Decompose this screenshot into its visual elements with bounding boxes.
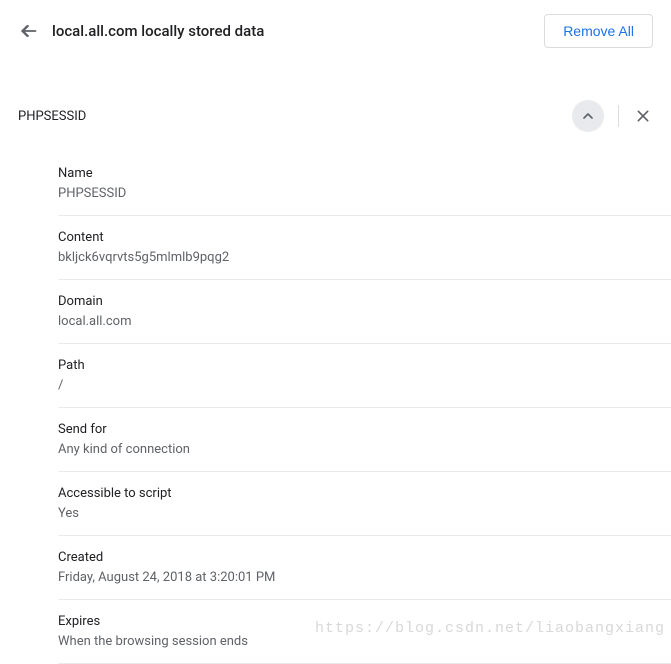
detail-row: Expires When the browsing session ends — [58, 600, 671, 664]
cookie-controls — [572, 100, 653, 132]
page-header: local.all.com locally stored data Remove… — [0, 0, 671, 62]
detail-label: Send for — [58, 422, 653, 437]
chevron-up-icon — [580, 108, 596, 124]
divider — [618, 105, 619, 127]
detail-label: Accessible to script — [58, 486, 653, 501]
detail-label: Name — [58, 166, 653, 181]
cookie-title: PHPSESSID — [18, 109, 86, 124]
back-arrow-icon[interactable] — [18, 21, 38, 41]
cookie-details: Name PHPSESSID Content bkljck6vqrvts5g5m… — [0, 144, 671, 664]
detail-row: Created Friday, August 24, 2018 at 3:20:… — [58, 536, 671, 600]
detail-label: Created — [58, 550, 653, 565]
detail-row: Path / — [58, 344, 671, 408]
close-icon — [635, 108, 651, 124]
detail-row: Domain local.all.com — [58, 280, 671, 344]
detail-value: / — [58, 378, 653, 393]
remove-all-button[interactable]: Remove All — [544, 14, 653, 48]
detail-label: Path — [58, 358, 653, 373]
detail-value: local.all.com — [58, 314, 653, 329]
collapse-button[interactable] — [572, 100, 604, 132]
detail-row: Name PHPSESSID — [58, 144, 671, 216]
detail-value: When the browsing session ends — [58, 634, 653, 649]
cookie-header: PHPSESSID — [0, 62, 671, 144]
detail-row: Content bkljck6vqrvts5g5mlmlb9pqg2 — [58, 216, 671, 280]
detail-label: Domain — [58, 294, 653, 309]
detail-label: Expires — [58, 614, 653, 629]
page-title: local.all.com locally stored data — [52, 22, 264, 40]
close-button[interactable] — [633, 106, 653, 126]
detail-value: Yes — [58, 506, 653, 521]
detail-value: Friday, August 24, 2018 at 3:20:01 PM — [58, 570, 653, 585]
detail-row: Accessible to script Yes — [58, 472, 671, 536]
detail-value: Any kind of connection — [58, 442, 653, 457]
detail-label: Content — [58, 230, 653, 245]
header-left: local.all.com locally stored data — [18, 21, 264, 41]
detail-value: PHPSESSID — [58, 186, 653, 201]
detail-row: Send for Any kind of connection — [58, 408, 671, 472]
detail-value: bkljck6vqrvts5g5mlmlb9pqg2 — [58, 250, 653, 265]
